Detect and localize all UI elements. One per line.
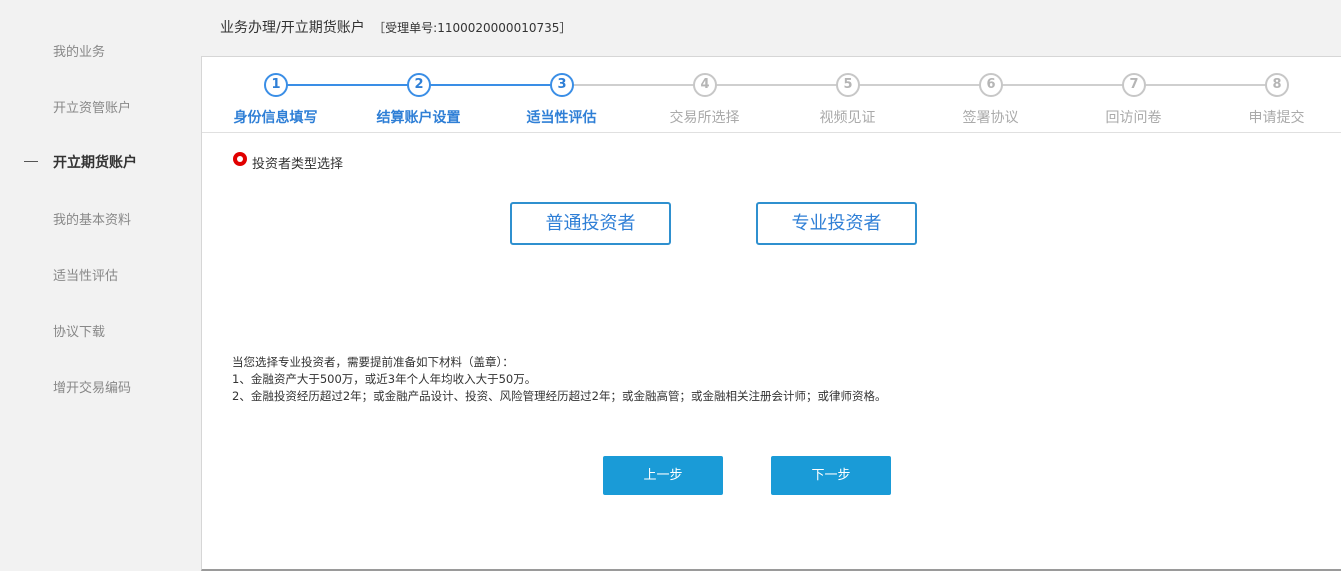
step-circle: 5 <box>836 73 860 97</box>
professional-requirements-notes: 当您选择专业投资者，需要提前准备如下材料（盖章）： 1、金融资产大于500万，或… <box>232 354 886 405</box>
step-2: 2 结算账户设置 <box>347 57 490 133</box>
order-number: ［受理单号:1100020000010735］ <box>373 21 572 35</box>
step-8: 8 申请提交 <box>1205 57 1341 133</box>
step-label: 回访问卷 <box>1105 110 1162 126</box>
breadcrumb-path: 业务办理/开立期货账户 <box>220 20 365 36</box>
step-circle: 2 <box>407 73 431 97</box>
regular-investor-button[interactable]: 普通投资者 <box>510 202 671 245</box>
step-label: 申请提交 <box>1248 110 1305 126</box>
step-circle: 7 <box>1122 73 1146 97</box>
step-5: 5 视频见证 <box>776 57 919 133</box>
main-panel: 1 身份信息填写 2 结算账户设置 3 适当性评估 4 交易所选择 5 视频见证… <box>201 56 1341 571</box>
step-label: 视频见证 <box>819 110 876 126</box>
step-label: 签署协议 <box>962 110 1019 126</box>
notes-line: 当您选择专业投资者，需要提前准备如下材料（盖章）： <box>232 355 514 369</box>
prev-step-button[interactable]: 上一步 <box>603 456 723 495</box>
step-circle: 4 <box>693 73 717 97</box>
sidebar-item-open-asset-account[interactable]: 开立资管账户 <box>53 97 131 116</box>
section-title: 投资者类型选择 <box>252 157 344 172</box>
sidebar-item-agreement-download[interactable]: 协议下载 <box>53 321 105 340</box>
step-progress-bar: 1 身份信息填写 2 结算账户设置 3 适当性评估 4 交易所选择 5 视频见证… <box>202 57 1341 133</box>
step-label: 交易所选择 <box>669 110 740 126</box>
section-marker-icon <box>233 152 247 166</box>
step-circle: 8 <box>1265 73 1289 97</box>
sidebar-item-open-futures-account[interactable]: 开立期货账户 <box>53 152 137 172</box>
professional-investor-button[interactable]: 专业投资者 <box>756 202 917 245</box>
step-1: 1 身份信息填写 <box>204 57 347 133</box>
sidebar: 我的业务 开立资管账户 开立期货账户 我的基本资料 适当性评估 协议下载 增开交… <box>0 0 200 571</box>
step-7: 7 回访问卷 <box>1062 57 1205 133</box>
active-indicator <box>24 161 38 162</box>
step-label: 适当性评估 <box>526 110 597 126</box>
notes-line: 2、金融投资经历超过2年；或金融产品设计、投资、风险管理经历超过2年；或金融高管… <box>232 389 887 403</box>
step-3: 3 适当性评估 <box>490 57 633 133</box>
sidebar-item-basic-info[interactable]: 我的基本资料 <box>53 209 131 228</box>
sidebar-item-my-business[interactable]: 我的业务 <box>53 41 105 60</box>
step-circle: 3 <box>550 73 574 97</box>
step-label: 身份信息填写 <box>233 110 318 126</box>
step-circle: 6 <box>979 73 1003 97</box>
breadcrumb: 业务办理/开立期货账户 ［受理单号:1100020000010735］ <box>220 17 571 37</box>
step-label: 结算账户设置 <box>376 110 461 126</box>
next-step-button[interactable]: 下一步 <box>771 456 891 495</box>
step-6: 6 签署协议 <box>919 57 1062 133</box>
sidebar-item-add-trading-code[interactable]: 增开交易编码 <box>53 377 131 396</box>
sidebar-item-suitability[interactable]: 适当性评估 <box>53 265 118 284</box>
step-circle: 1 <box>264 73 288 97</box>
step-4: 4 交易所选择 <box>633 57 776 133</box>
notes-line: 1、金融资产大于500万，或近3年个人年均收入大于50万。 <box>232 372 537 386</box>
